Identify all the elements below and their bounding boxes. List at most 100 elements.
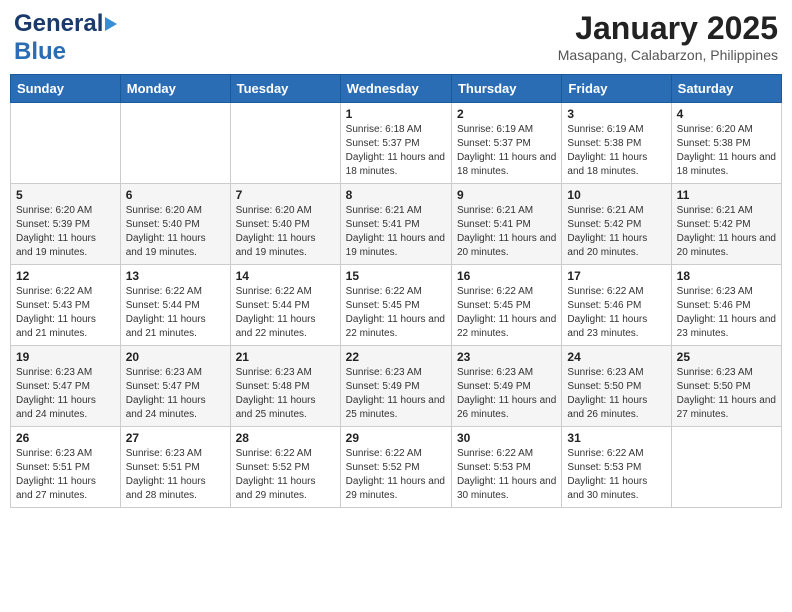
day-info: Sunrise: 6:23 AM Sunset: 5:49 PM Dayligh… xyxy=(457,366,556,422)
day-info: Sunrise: 6:22 AM Sunset: 5:53 PM Dayligh… xyxy=(567,447,665,503)
day-info: Sunrise: 6:20 AM Sunset: 5:40 PM Dayligh… xyxy=(126,204,225,260)
calendar-day-cell: 31Sunrise: 6:22 AM Sunset: 5:53 PM Dayli… xyxy=(562,427,671,508)
day-number: 12 xyxy=(16,269,115,283)
logo: General Blue xyxy=(14,10,117,66)
day-number: 15 xyxy=(346,269,446,283)
day-of-week-header: Wednesday xyxy=(340,75,451,103)
day-number: 7 xyxy=(236,188,335,202)
calendar-header-row: SundayMondayTuesdayWednesdayThursdayFrid… xyxy=(11,75,782,103)
day-number: 9 xyxy=(457,188,556,202)
day-info: Sunrise: 6:22 AM Sunset: 5:46 PM Dayligh… xyxy=(567,285,665,341)
day-number: 14 xyxy=(236,269,335,283)
day-info: Sunrise: 6:23 AM Sunset: 5:47 PM Dayligh… xyxy=(16,366,115,422)
day-info: Sunrise: 6:21 AM Sunset: 5:41 PM Dayligh… xyxy=(346,204,446,260)
day-info: Sunrise: 6:19 AM Sunset: 5:37 PM Dayligh… xyxy=(457,123,556,179)
calendar-week-row: 26Sunrise: 6:23 AM Sunset: 5:51 PM Dayli… xyxy=(11,427,782,508)
day-number: 3 xyxy=(567,107,665,121)
day-info: Sunrise: 6:21 AM Sunset: 5:42 PM Dayligh… xyxy=(567,204,665,260)
day-number: 13 xyxy=(126,269,225,283)
day-number: 8 xyxy=(346,188,446,202)
calendar-day-cell: 28 Sunrise: 6:22 AM Sunset: 5:52 PM Dayli… xyxy=(230,427,340,508)
day-of-week-header: Tuesday xyxy=(230,75,340,103)
day-number: 2 xyxy=(457,107,556,121)
day-number: 24 xyxy=(567,350,665,364)
location-subtitle: Masapang, Calabarzon, Philippines xyxy=(558,47,778,63)
day-number: 29 xyxy=(346,431,446,445)
day-number: 11 xyxy=(677,188,776,202)
calendar-day-cell: 4Sunrise: 6:20 AM Sunset: 5:38 PM Daylig… xyxy=(671,103,781,184)
calendar-table: SundayMondayTuesdayWednesdayThursdayFrid… xyxy=(10,74,782,508)
day-number: 5 xyxy=(16,188,115,202)
day-info: Sunrise: 6:23 AM Sunset: 5:48 PM Dayligh… xyxy=(236,366,335,422)
calendar-day-cell: 19 Sunrise: 6:23 AM Sunset: 5:47 PM Dayli… xyxy=(11,346,121,427)
calendar-day-cell: 17 Sunrise: 6:22 AM Sunset: 5:46 PM Dayli… xyxy=(562,265,671,346)
calendar-day-cell: 26Sunrise: 6:23 AM Sunset: 5:51 PM Dayli… xyxy=(11,427,121,508)
calendar-day-cell: 2 Sunrise: 6:19 AM Sunset: 5:37 PM Daylig… xyxy=(451,103,561,184)
calendar-day-cell: 20 Sunrise: 6:23 AM Sunset: 5:47 PM Dayli… xyxy=(120,346,230,427)
day-number: 20 xyxy=(126,350,225,364)
calendar-day-cell: 27Sunrise: 6:23 AM Sunset: 5:51 PM Dayli… xyxy=(120,427,230,508)
month-title: January 2025 xyxy=(558,10,778,47)
calendar-day-cell: 25Sunrise: 6:23 AM Sunset: 5:50 PM Dayli… xyxy=(671,346,781,427)
calendar-day-cell: 7Sunrise: 6:20 AM Sunset: 5:40 PM Daylig… xyxy=(230,184,340,265)
calendar-day-cell: 15 Sunrise: 6:22 AM Sunset: 5:45 PM Dayli… xyxy=(340,265,451,346)
calendar-day-cell: 16Sunrise: 6:22 AM Sunset: 5:45 PM Dayli… xyxy=(451,265,561,346)
day-info: Sunrise: 6:18 AM Sunset: 5:37 PM Dayligh… xyxy=(346,123,446,179)
logo-general-text: General xyxy=(14,10,103,38)
calendar-day-cell: 24Sunrise: 6:23 AM Sunset: 5:50 PM Dayli… xyxy=(562,346,671,427)
calendar-day-cell: 23Sunrise: 6:23 AM Sunset: 5:49 PM Dayli… xyxy=(451,346,561,427)
day-of-week-header: Saturday xyxy=(671,75,781,103)
page-header: General Blue January 2025 Masapang, Cala… xyxy=(10,10,782,66)
calendar-day-cell: 8 Sunrise: 6:21 AM Sunset: 5:41 PM Daylig… xyxy=(340,184,451,265)
calendar-day-cell: 22 Sunrise: 6:23 AM Sunset: 5:49 PM Dayli… xyxy=(340,346,451,427)
day-info: Sunrise: 6:23 AM Sunset: 5:47 PM Dayligh… xyxy=(126,366,225,422)
calendar-day-cell: 9 Sunrise: 6:21 AM Sunset: 5:41 PM Daylig… xyxy=(451,184,561,265)
day-info: Sunrise: 6:21 AM Sunset: 5:41 PM Dayligh… xyxy=(457,204,556,260)
day-number: 6 xyxy=(126,188,225,202)
calendar-week-row: 19 Sunrise: 6:23 AM Sunset: 5:47 PM Dayli… xyxy=(11,346,782,427)
day-info: Sunrise: 6:20 AM Sunset: 5:39 PM Dayligh… xyxy=(16,204,115,260)
calendar-week-row: 5 Sunrise: 6:20 AM Sunset: 5:39 PM Daylig… xyxy=(11,184,782,265)
calendar-day-cell: 6 Sunrise: 6:20 AM Sunset: 5:40 PM Daylig… xyxy=(120,184,230,265)
logo-arrow-icon xyxy=(105,17,117,31)
calendar-day-cell: 21 Sunrise: 6:23 AM Sunset: 5:48 PM Dayli… xyxy=(230,346,340,427)
calendar-day-cell: 5 Sunrise: 6:20 AM Sunset: 5:39 PM Daylig… xyxy=(11,184,121,265)
calendar-day-cell: 30 Sunrise: 6:22 AM Sunset: 5:53 PM Dayli… xyxy=(451,427,561,508)
calendar-day-cell xyxy=(120,103,230,184)
day-info: Sunrise: 6:22 AM Sunset: 5:52 PM Dayligh… xyxy=(346,447,446,503)
day-info: Sunrise: 6:22 AM Sunset: 5:53 PM Dayligh… xyxy=(457,447,556,503)
calendar-day-cell: 10 Sunrise: 6:21 AM Sunset: 5:42 PM Dayli… xyxy=(562,184,671,265)
day-info: Sunrise: 6:22 AM Sunset: 5:44 PM Dayligh… xyxy=(236,285,335,341)
day-of-week-header: Friday xyxy=(562,75,671,103)
day-info: Sunrise: 6:23 AM Sunset: 5:49 PM Dayligh… xyxy=(346,366,446,422)
day-number: 30 xyxy=(457,431,556,445)
calendar-day-cell: 1Sunrise: 6:18 AM Sunset: 5:37 PM Daylig… xyxy=(340,103,451,184)
calendar-day-cell: 29 Sunrise: 6:22 AM Sunset: 5:52 PM Dayli… xyxy=(340,427,451,508)
calendar-day-cell xyxy=(230,103,340,184)
day-info: Sunrise: 6:22 AM Sunset: 5:44 PM Dayligh… xyxy=(126,285,225,341)
day-number: 22 xyxy=(346,350,446,364)
day-number: 27 xyxy=(126,431,225,445)
calendar-day-cell: 12 Sunrise: 6:22 AM Sunset: 5:43 PM Dayli… xyxy=(11,265,121,346)
day-number: 18 xyxy=(677,269,776,283)
day-number: 25 xyxy=(677,350,776,364)
day-info: Sunrise: 6:20 AM Sunset: 5:38 PM Dayligh… xyxy=(677,123,776,179)
calendar-day-cell: 18Sunrise: 6:23 AM Sunset: 5:46 PM Dayli… xyxy=(671,265,781,346)
calendar-day-cell: 3 Sunrise: 6:19 AM Sunset: 5:38 PM Daylig… xyxy=(562,103,671,184)
day-of-week-header: Sunday xyxy=(11,75,121,103)
day-info: Sunrise: 6:19 AM Sunset: 5:38 PM Dayligh… xyxy=(567,123,665,179)
day-number: 10 xyxy=(567,188,665,202)
logo-blue-text: Blue xyxy=(14,38,66,65)
day-number: 21 xyxy=(236,350,335,364)
day-of-week-header: Monday xyxy=(120,75,230,103)
title-section: January 2025 Masapang, Calabarzon, Phili… xyxy=(558,10,778,63)
day-number: 16 xyxy=(457,269,556,283)
day-info: Sunrise: 6:22 AM Sunset: 5:45 PM Dayligh… xyxy=(346,285,446,341)
day-info: Sunrise: 6:22 AM Sunset: 5:52 PM Dayligh… xyxy=(236,447,335,503)
day-info: Sunrise: 6:22 AM Sunset: 5:43 PM Dayligh… xyxy=(16,285,115,341)
calendar-day-cell: 11Sunrise: 6:21 AM Sunset: 5:42 PM Dayli… xyxy=(671,184,781,265)
day-number: 28 xyxy=(236,431,335,445)
day-number: 17 xyxy=(567,269,665,283)
calendar-week-row: 12 Sunrise: 6:22 AM Sunset: 5:43 PM Dayli… xyxy=(11,265,782,346)
day-number: 19 xyxy=(16,350,115,364)
